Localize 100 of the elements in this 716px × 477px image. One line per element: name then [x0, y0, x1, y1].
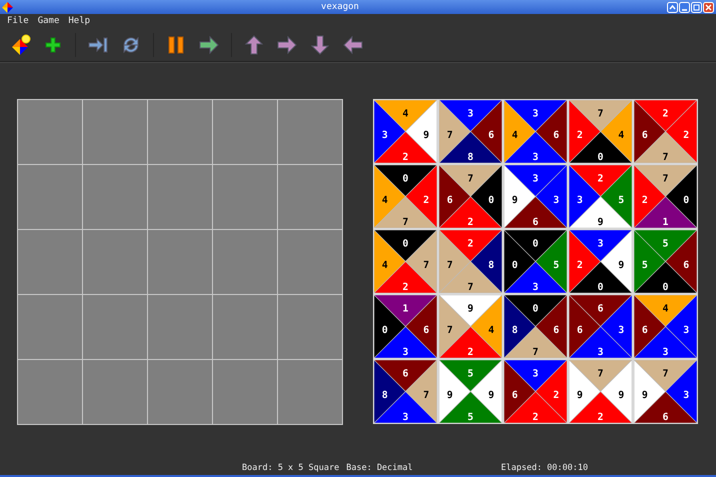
- tile-number: 7: [423, 390, 430, 402]
- tile[interactable]: 2 5 9 3: [569, 165, 632, 228]
- shade-button[interactable]: [667, 2, 678, 12]
- tile-number: 7: [468, 282, 474, 293]
- tile-number: 8: [488, 260, 494, 272]
- board-cell[interactable]: [148, 100, 212, 164]
- tile[interactable]: 4 3 3 6: [634, 295, 697, 358]
- board-cell[interactable]: [148, 360, 212, 424]
- board-cell[interactable]: [213, 295, 277, 359]
- tile-number: 3: [402, 412, 408, 423]
- board-cell[interactable]: [83, 100, 147, 164]
- board-cell[interactable]: [213, 230, 277, 294]
- tile-number: 7: [446, 325, 453, 336]
- tile[interactable]: 7 3 6 9: [634, 360, 697, 423]
- tile-number: 6: [402, 368, 408, 380]
- tile[interactable]: 4 9 2 3: [374, 100, 437, 163]
- tile[interactable]: 3 6 8 7: [439, 100, 502, 163]
- board-cell[interactable]: [83, 295, 147, 359]
- tile[interactable]: 7 9 2 9: [569, 360, 632, 423]
- tile-number: 2: [402, 282, 408, 293]
- tile-number: 7: [446, 130, 453, 142]
- tile-number: 3: [532, 173, 538, 184]
- board-cell[interactable]: [278, 295, 342, 359]
- tile[interactable]: 9 4 2 7: [439, 295, 502, 358]
- board-cell[interactable]: [18, 230, 82, 294]
- board-cell[interactable]: [148, 165, 212, 229]
- board-cell[interactable]: [18, 100, 82, 164]
- tile-number: 0: [598, 282, 604, 293]
- maximize-button[interactable]: [691, 2, 702, 12]
- tile[interactable]: 3 2 2 6: [504, 360, 567, 423]
- tile-number: 2: [683, 130, 690, 142]
- tile-number: 2: [576, 130, 583, 142]
- tile-number: 6: [512, 390, 518, 402]
- tile[interactable]: 0 7 2 4: [374, 230, 437, 293]
- menu-item[interactable]: Game: [38, 16, 60, 26]
- tile[interactable]: 6 7 3 8: [374, 360, 437, 423]
- tile[interactable]: 5 6 0 5: [634, 230, 697, 293]
- tile-number: 4: [662, 303, 668, 314]
- tile-number: 0: [683, 195, 690, 206]
- tile-number: 3: [683, 325, 690, 336]
- board-cell[interactable]: [213, 165, 277, 229]
- menu-item[interactable]: File: [7, 16, 29, 26]
- tile[interactable]: 7 0 1 2: [634, 165, 697, 228]
- tile-number: 7: [662, 368, 668, 380]
- tile[interactable]: 5 9 5 9: [439, 360, 502, 423]
- menu-item[interactable]: Help: [68, 16, 90, 26]
- board-cell[interactable]: [278, 230, 342, 294]
- tile-number: 2: [402, 152, 408, 163]
- tile-number: 2: [468, 346, 474, 358]
- board-cell[interactable]: [18, 165, 82, 229]
- tile[interactable]: 1 6 3 0: [374, 295, 437, 358]
- tile[interactable]: 7 4 0 2: [569, 100, 632, 163]
- close-button[interactable]: [703, 2, 714, 12]
- board-cell[interactable]: [213, 100, 277, 164]
- tile[interactable]: 2 2 7 6: [634, 100, 697, 163]
- tile-number: 3: [553, 195, 560, 206]
- tile[interactable]: 3 6 3 4: [504, 100, 567, 163]
- tile-number: 4: [618, 130, 624, 142]
- tile-number: 3: [576, 195, 583, 206]
- board-cell[interactable]: [18, 295, 82, 359]
- tile[interactable]: 3 3 6 9: [504, 165, 567, 228]
- tile-number: 3: [532, 108, 538, 120]
- tile-number: 2: [553, 390, 560, 402]
- tile-number: 6: [576, 325, 583, 336]
- board-cell[interactable]: [213, 360, 277, 424]
- tile-number: 4: [512, 130, 518, 142]
- tile-number: 4: [382, 260, 388, 272]
- board-cell[interactable]: [83, 230, 147, 294]
- app-icon: [2, 2, 13, 12]
- tile[interactable]: 2 8 7 7: [439, 230, 502, 293]
- tile-number: 4: [382, 195, 388, 206]
- board-cell[interactable]: [83, 165, 147, 229]
- tile[interactable]: 6 3 3 6: [569, 295, 632, 358]
- tile-number: 4: [402, 108, 408, 120]
- tile[interactable]: 7 0 2 6: [439, 165, 502, 228]
- board-cell[interactable]: [148, 230, 212, 294]
- board-cell[interactable]: [278, 360, 342, 424]
- tile-number: 4: [488, 325, 494, 336]
- arrow-down-icon[interactable]: [308, 32, 332, 56]
- tile-number: 5: [618, 195, 624, 206]
- tile[interactable]: 0 5 3 0: [504, 230, 567, 293]
- tile[interactable]: 0 2 7 4: [374, 165, 437, 228]
- tile[interactable]: 3 9 0 2: [569, 230, 632, 293]
- tile[interactable]: 0 6 7 8: [504, 295, 567, 358]
- board-cell[interactable]: [83, 360, 147, 424]
- tile-number: 1: [662, 216, 668, 228]
- board-cell[interactable]: [148, 295, 212, 359]
- tile-number: 6: [553, 325, 560, 336]
- tile-number: 6: [642, 325, 648, 336]
- board-cell[interactable]: [278, 165, 342, 229]
- arrow-up-icon[interactable]: [242, 32, 266, 56]
- tile-number: 2: [598, 173, 604, 184]
- tile-number: 7: [662, 152, 668, 163]
- tile-number: 2: [532, 412, 538, 423]
- tile-number: 7: [532, 346, 538, 358]
- tile-number: 2: [642, 195, 648, 206]
- board-cell[interactable]: [18, 360, 82, 424]
- minimize-button[interactable]: [679, 2, 690, 12]
- tile-number: 6: [423, 325, 430, 336]
- board-cell[interactable]: [278, 100, 342, 164]
